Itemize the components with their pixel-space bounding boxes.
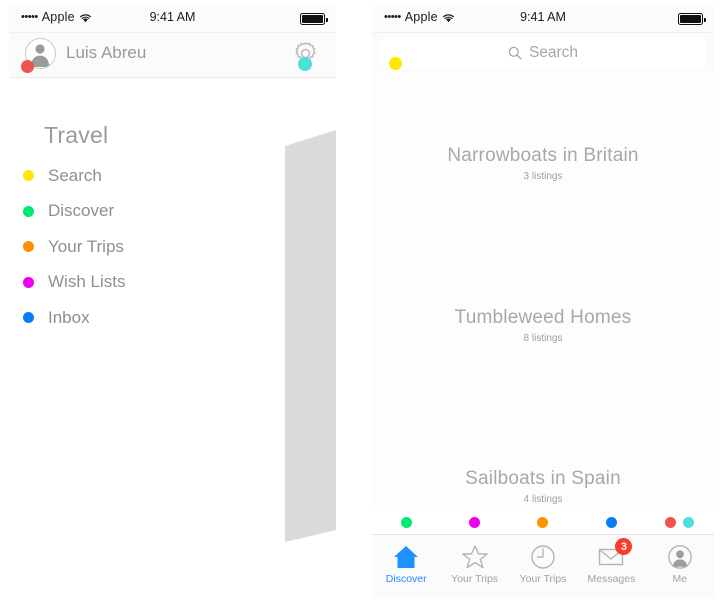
search-input[interactable]: Search (380, 37, 706, 68)
search-accent-dot (389, 57, 402, 70)
menu-dot-search (23, 170, 34, 182)
menu-section-title: Travel (44, 122, 109, 148)
listing-subtitle: 8 listings (523, 333, 563, 344)
listing-subtitle: 4 listings (523, 494, 563, 505)
listing-title: Sailboats in Spain (465, 468, 621, 489)
tab-discover[interactable]: Discover (372, 535, 440, 597)
menu-dot-your-trips (23, 241, 34, 253)
listing-subtitle: 3 listings (523, 171, 563, 182)
tab-dot-me-red (665, 516, 677, 528)
search-bar: Search (372, 33, 714, 74)
listing-title: Narrowboats in Britain (447, 145, 639, 166)
status-bar-clock-right: 9:41 AM (520, 10, 566, 24)
listing-card[interactable]: Tumbleweed Homes 8 listings (372, 307, 714, 344)
tab-dot-me-teal (683, 516, 695, 528)
menu-label-discover: Discover (48, 201, 115, 221)
status-bar-right: ••••• Apple 9:41 AM (372, 6, 714, 33)
tab-dot-your-trips-1 (468, 516, 480, 528)
bottom-tab-bar: Discover Your Trips Your Trips 3 Message… (372, 534, 714, 597)
messages-badge: 3 (615, 538, 633, 555)
search-placeholder: Search (528, 43, 579, 61)
tab-label-messages: Messages (587, 573, 636, 585)
tab-label-your-trips-clock: Your Trips (519, 573, 567, 585)
menu-dot-wish-lists (23, 276, 34, 288)
tab-label-me: Me (672, 573, 688, 585)
tab-dots-me (646, 515, 714, 529)
menu-label-inbox: Inbox (48, 307, 90, 327)
menu-label-search: Search (48, 165, 102, 185)
tab-dots-discover (372, 515, 440, 529)
listing-card[interactable]: Sailboats in Spain 4 listings (372, 468, 714, 505)
menu-label-wish-lists: Wish Lists (48, 272, 126, 292)
left-phone-screen: ••••• Apple 9:41 AM Luis Abreu Travel Se… (9, 6, 336, 597)
tab-me[interactable]: Me (646, 535, 714, 597)
menu-item-discover[interactable]: Discover (9, 194, 336, 230)
avatar-accent-dot (21, 60, 34, 73)
tab-dot-discover (400, 516, 412, 528)
tab-label-your-trips-star: Your Trips (451, 573, 499, 585)
status-bar-left: ••••• Apple 9:41 AM (9, 6, 336, 33)
right-phone-screen: ••••• Apple 9:41 AM Search Narrowboats i… (372, 6, 714, 597)
tab-messages[interactable]: 3 Messages (577, 535, 645, 597)
search-icon (508, 46, 522, 60)
tab-dot-messages (605, 516, 617, 528)
travel-menu: Travel Search Discover Your Trips Wish L… (9, 122, 336, 336)
tab-dot-your-trips-2 (537, 516, 549, 528)
listing-title: Tumbleweed Homes (454, 307, 632, 328)
tab-accent-dots-row (372, 515, 714, 529)
settings-accent-dot (298, 57, 312, 71)
menu-item-inbox[interactable]: Inbox (9, 300, 336, 336)
account-name-label: Luis Abreu (66, 43, 147, 62)
status-bar-clock: 9:41 AM (149, 10, 196, 24)
tab-label-discover: Discover (385, 573, 427, 585)
star-icon (461, 543, 489, 570)
tab-your-trips-star[interactable]: Your Trips (440, 535, 508, 597)
home-icon (392, 543, 420, 570)
tab-dots-messages (577, 515, 645, 529)
menu-label-your-trips: Your Trips (48, 236, 124, 256)
menu-item-wish-lists[interactable]: Wish Lists (9, 265, 336, 301)
screenshot-canvas: ••••• Apple 9:41 AM Luis Abreu Travel Se… (0, 0, 723, 603)
menu-dot-inbox (23, 312, 34, 324)
listing-card[interactable]: Narrowboats in Britain 3 listings (372, 145, 714, 182)
menu-item-search[interactable]: Search (9, 158, 336, 194)
tab-dots-your-trips-1 (440, 515, 508, 529)
tab-dots-your-trips-2 (509, 515, 577, 529)
clock-icon (529, 543, 557, 570)
battery-full-icon-right (678, 13, 706, 25)
tab-your-trips-clock[interactable]: Your Trips (509, 535, 577, 597)
menu-item-your-trips[interactable]: Your Trips (9, 229, 336, 265)
listings-feed: Narrowboats in Britain 3 listings Tumble… (372, 73, 714, 509)
battery-full-icon (300, 13, 328, 25)
menu-dot-discover (23, 205, 34, 217)
account-header[interactable]: Luis Abreu (9, 33, 336, 78)
person-icon (666, 543, 694, 570)
